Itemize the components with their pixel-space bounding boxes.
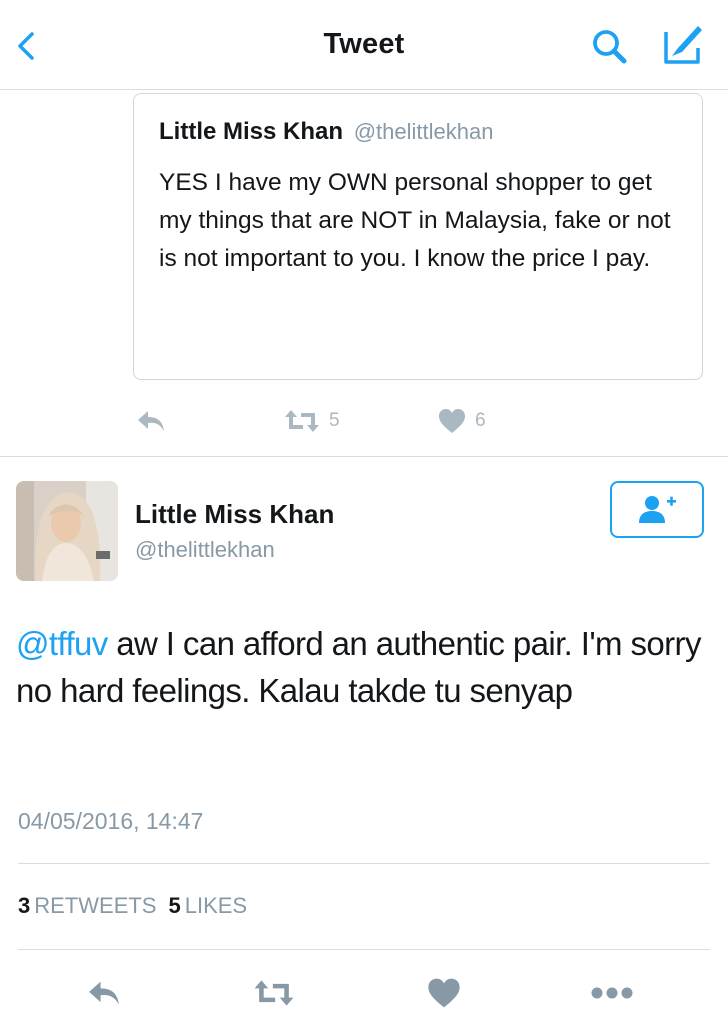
- reply-icon: [138, 411, 164, 431]
- avatar[interactable]: [16, 481, 118, 581]
- retweets-count: 3: [18, 893, 31, 918]
- quoted-retweet-count: 5: [329, 410, 340, 431]
- quoted-tweet-header: Little Miss Khan @thelittlekhan: [159, 118, 493, 146]
- more-button[interactable]: [588, 973, 636, 1013]
- retweet-icon: [285, 410, 319, 432]
- tweet-body: aw I can afford an authentic pair. I'm s…: [16, 625, 701, 709]
- quoted-author-name: Little Miss Khan: [159, 118, 344, 145]
- heart-icon: [428, 978, 460, 1008]
- top-bar: Tweet: [0, 0, 728, 90]
- divider: [0, 456, 728, 457]
- quoted-tweet-actions: 5 6: [0, 398, 728, 444]
- tweet-text: @tffuv aw I can afford an authentic pair…: [16, 620, 716, 714]
- mention-link[interactable]: @tffuv: [16, 625, 108, 662]
- avatar-image: [16, 481, 118, 581]
- timestamp: 04/05/2016, 14:47: [18, 808, 204, 834]
- likes-label: LIKES: [184, 893, 248, 918]
- quoted-like-button[interactable]: 6: [437, 406, 486, 436]
- author-handle[interactable]: @thelittlekhan: [135, 537, 275, 563]
- retweets-label: RETWEETS: [34, 893, 157, 918]
- quoted-reply-button[interactable]: [135, 406, 167, 436]
- back-button[interactable]: [8, 24, 48, 68]
- quoted-like-count: 6: [475, 410, 486, 431]
- search-button[interactable]: [588, 24, 632, 68]
- retweets-stat[interactable]: 3 RETWEETS: [18, 893, 168, 918]
- retweet-button[interactable]: [248, 973, 300, 1013]
- divider: [18, 863, 710, 864]
- follow-user-icon: [639, 496, 676, 523]
- likes-stat[interactable]: 5 LIKES: [168, 893, 259, 918]
- chevron-left-icon: [18, 32, 34, 60]
- quoted-author-handle: @thelittlekhan: [353, 119, 494, 144]
- heart-icon: [439, 409, 465, 433]
- stats-row: 3 RETWEETS 5 LIKES: [18, 893, 259, 919]
- follow-button[interactable]: [610, 481, 704, 538]
- more-icon: [591, 987, 633, 999]
- likes-count: 5: [168, 893, 181, 918]
- quoted-retweet-button[interactable]: 5: [283, 406, 340, 436]
- retweet-icon: [254, 980, 294, 1006]
- compose-icon: [664, 26, 702, 64]
- search-icon: [593, 30, 627, 64]
- reply-icon: [89, 981, 119, 1005]
- reply-button[interactable]: [80, 973, 128, 1013]
- like-button[interactable]: [420, 973, 468, 1013]
- compose-button[interactable]: [658, 20, 708, 68]
- quoted-tweet-card[interactable]: Little Miss Khan @thelittlekhan YES I ha…: [133, 93, 703, 380]
- divider: [18, 949, 710, 950]
- quoted-tweet-text: YES I have my OWN personal shopper to ge…: [159, 169, 671, 272]
- tweet-actions: [0, 965, 728, 1021]
- author-name[interactable]: Little Miss Khan: [135, 499, 334, 530]
